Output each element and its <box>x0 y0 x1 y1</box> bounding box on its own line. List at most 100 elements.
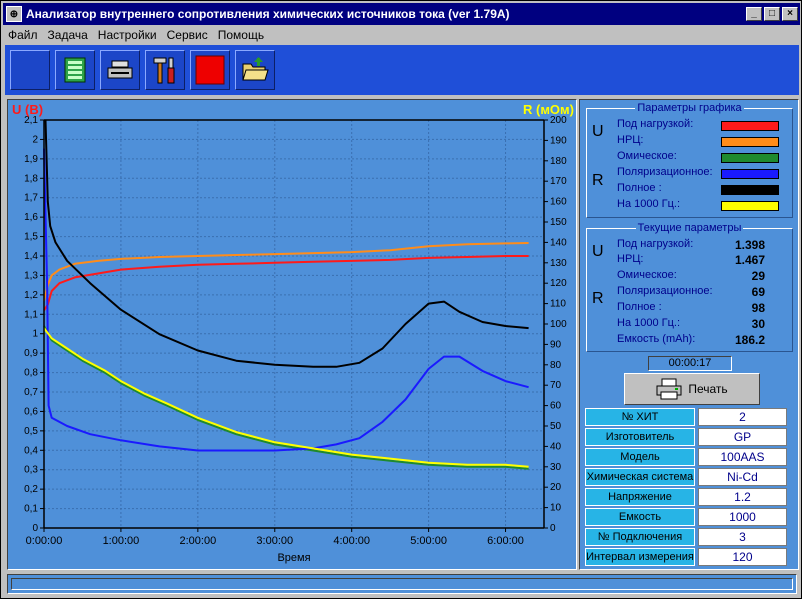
tools-icon <box>153 57 175 84</box>
info-value[interactable]: 3 <box>698 528 787 546</box>
info-value[interactable]: 1000 <box>698 508 787 526</box>
y-tick-label-right: 60 <box>550 401 562 412</box>
current-params-group: Текущие параметры U R Под нагрузкой: 1.3… <box>586 222 793 352</box>
current-ocv-value: 1.467 <box>734 253 765 267</box>
print-button[interactable]: Печать <box>624 373 760 405</box>
info-row-model: Модель 100AAS <box>585 448 795 466</box>
current-f1000-label: На 1000 Гц.: <box>617 317 681 329</box>
y-tick-label-left: 1,1 <box>24 309 38 320</box>
print-button-label: Печать <box>688 382 728 396</box>
x-tick-label: 1:00:00 <box>103 535 140 547</box>
info-row-voltage: Напряжение 1.2 <box>585 488 795 506</box>
y-tick-label-right: 70 <box>550 380 562 391</box>
side-panel: Параметры графика U R Под нагрузкой: НРЦ… <box>579 99 799 570</box>
info-label: № Подключения <box>585 528 695 546</box>
board-button[interactable] <box>55 50 95 90</box>
info-label: Емкость <box>585 508 695 526</box>
y-tick-label-right: 160 <box>550 197 567 208</box>
y-tick-label-right: 140 <box>550 237 567 248</box>
y-tick-label-left: 0,4 <box>24 445 38 456</box>
minimize-button[interactable]: _ <box>746 7 762 21</box>
app-window: ⊕ Анализатор внутреннего сопротивления х… <box>0 0 802 599</box>
series-line <box>44 119 529 368</box>
info-row-manufacturer: Изготовитель GP <box>585 428 795 446</box>
info-row-cell-number: № ХИТ 2 <box>585 408 795 426</box>
info-value[interactable]: GP <box>698 428 787 446</box>
x-tick-label: 2:00:00 <box>179 535 216 547</box>
info-label: № ХИТ <box>585 408 695 426</box>
current-under-load-value: 1.398 <box>734 238 765 252</box>
elapsed-timer: 00:00:17 <box>648 356 732 371</box>
y-tick-label-right: 120 <box>550 278 567 289</box>
y-tick-label-right: 170 <box>550 176 567 187</box>
menu-help[interactable]: Помощь <box>213 28 269 42</box>
y-tick-label-left: 1,4 <box>24 251 38 262</box>
polarization-color-swatch[interactable] <box>721 169 779 179</box>
current-ohmic-value: 29 <box>751 269 765 283</box>
info-value[interactable]: 1.2 <box>698 488 787 506</box>
tools-button[interactable] <box>145 50 185 90</box>
current-voltage-label: U <box>592 243 604 260</box>
maximize-button[interactable]: □ <box>764 7 780 21</box>
param-ocv[interactable]: НРЦ: <box>617 134 643 148</box>
stop-button[interactable] <box>190 50 230 90</box>
ocv-color-swatch[interactable] <box>721 137 779 147</box>
series-line <box>43 242 529 301</box>
menu-file[interactable]: Файл <box>3 28 43 42</box>
open-button[interactable] <box>235 50 275 90</box>
current-full-label: Полное : <box>617 301 662 313</box>
toolbar <box>5 45 799 95</box>
y-tick-label-left: 1,3 <box>24 270 38 281</box>
menu-task[interactable]: Задача <box>43 28 93 42</box>
series-line <box>43 325 529 470</box>
y-tick-label-right: 30 <box>550 462 562 473</box>
info-row-connection: № Подключения 3 <box>585 528 795 546</box>
current-polarization-label: Поляризационное: <box>617 285 713 297</box>
param-f1000[interactable]: На 1000 Гц.: <box>617 198 680 212</box>
y-tick-label-left: 1,7 <box>24 193 38 204</box>
info-value[interactable]: 100AAS <box>698 448 787 466</box>
info-row-chemistry: Химическая система Ni-Cd <box>585 468 795 486</box>
y-tick-label-left: 1,9 <box>24 154 38 165</box>
y-tick-label-right: 80 <box>550 360 562 371</box>
y-tick-label-right: 50 <box>550 421 562 432</box>
info-label: Напряжение <box>585 488 695 506</box>
series-line <box>43 148 529 452</box>
param-ohmic[interactable]: Омическое: <box>617 150 677 164</box>
y-tick-label-left: 2 <box>32 134 38 145</box>
y-tick-label-left: 0,2 <box>24 484 38 495</box>
close-button[interactable]: × <box>782 7 798 21</box>
device-button[interactable] <box>100 50 140 90</box>
window-title: Анализатор внутреннего сопротивления хим… <box>26 7 510 21</box>
param-polarization[interactable]: Поляризационное: <box>617 166 713 180</box>
status-progress <box>11 578 793 590</box>
under-load-color-swatch[interactable] <box>721 121 779 131</box>
open-folder-icon <box>242 57 269 81</box>
info-label: Модель <box>585 448 695 466</box>
ohmic-color-swatch[interactable] <box>721 153 779 163</box>
f1000-color-swatch[interactable] <box>721 201 779 211</box>
voltage-group-label: U <box>592 123 604 140</box>
y-tick-label-left: 1,6 <box>24 212 38 223</box>
x-tick-label: 0:00:00 <box>26 535 63 547</box>
menu-settings[interactable]: Настройки <box>93 28 162 42</box>
chart-params-group: Параметры графика U R Под нагрузкой: НРЦ… <box>586 102 793 218</box>
param-under-load[interactable]: Под нагрузкой: <box>617 118 693 132</box>
current-under-load-label: Под нагрузкой: <box>617 238 694 250</box>
y-tick-label-left: 0,3 <box>24 465 38 476</box>
chart: 0 0,1 0,2 0,3 0,4 0,5 0,6 0,7 0,8 0,9 1 1,1 1,2 1,3 1,… <box>12 102 574 564</box>
start-button[interactable] <box>10 50 50 90</box>
menu-service[interactable]: Сервис <box>162 28 213 42</box>
y-tick-label-left: 1,5 <box>24 232 38 243</box>
app-icon[interactable]: ⊕ <box>6 6 22 22</box>
info-value[interactable]: Ni-Cd <box>698 468 787 486</box>
y-tick-label-right: 180 <box>550 156 567 167</box>
param-full[interactable]: Полное : <box>617 182 662 196</box>
y-tick-label-right: 130 <box>550 258 567 269</box>
info-value[interactable]: 2 <box>698 408 787 426</box>
current-capacity-label: Емкость (mAh): <box>617 333 696 345</box>
full-color-swatch[interactable] <box>721 185 779 195</box>
info-label: Изготовитель <box>585 428 695 446</box>
y-axis-right-label: R (мОм) <box>523 102 574 117</box>
info-value[interactable]: 120 <box>698 548 787 566</box>
